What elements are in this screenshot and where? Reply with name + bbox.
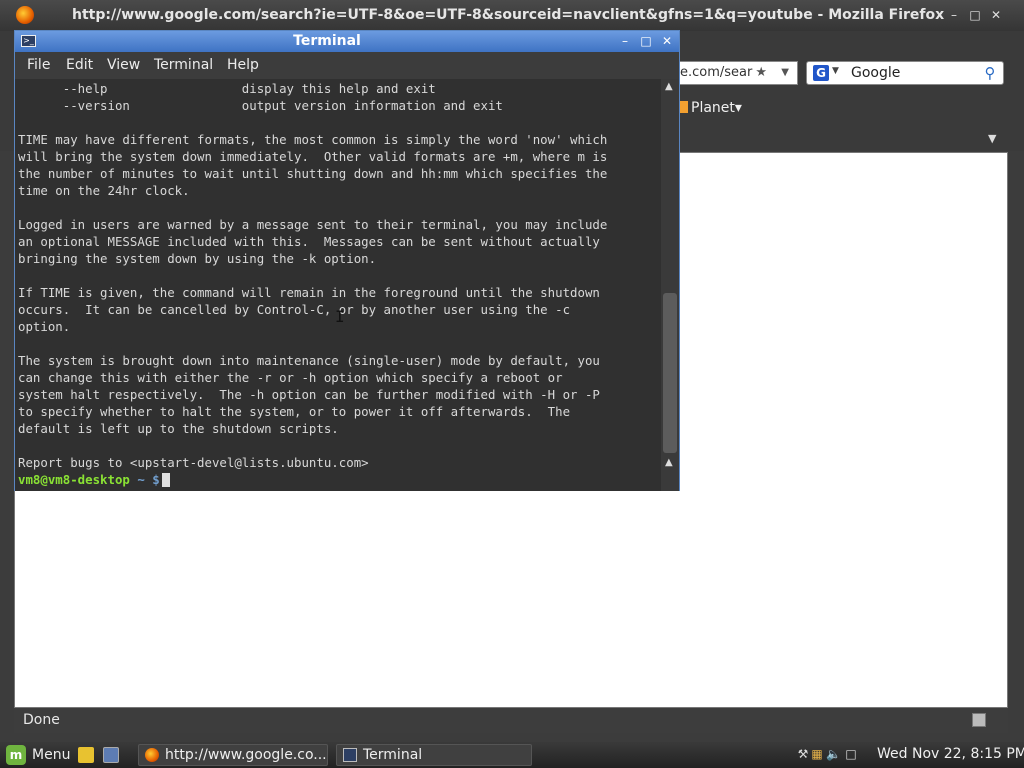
terminal-line: Logged in users are warned by a message …: [18, 217, 608, 232]
url-dropdown-icon[interactable]: ▼: [781, 62, 789, 84]
menu-view[interactable]: View: [107, 57, 140, 73]
terminal-line: option.: [18, 319, 71, 334]
task-terminal[interactable]: Terminal: [336, 744, 532, 766]
terminal-line: the number of minutes to wait until shut…: [18, 166, 608, 181]
scrollbar-thumb[interactable]: [663, 293, 677, 453]
terminal-window: >_ Terminal – □ ✕ File Edit View Termina…: [14, 30, 680, 491]
menu-edit[interactable]: Edit: [66, 57, 93, 73]
mint-logo-icon: m: [6, 745, 26, 765]
status-bar: Done: [14, 708, 1008, 733]
terminal-line: The system is brought down into maintena…: [18, 353, 600, 368]
terminal-line: bringing the system down by using the -k…: [18, 251, 377, 266]
terminal-line: default is left up to the shutdown scrip…: [18, 421, 339, 436]
volume-icon[interactable]: 🔈: [826, 746, 841, 762]
maximize-icon[interactable]: □: [639, 34, 653, 48]
terminal-scrollbar[interactable]: ▲ ▲: [661, 79, 679, 491]
taskbar: m Menu http://www.google.co... Terminal ⚒…: [0, 742, 1024, 768]
prompt-user: vm8@vm8-desktop: [18, 472, 130, 487]
terminal-line: occurs. It can be cancelled by Control-C…: [18, 302, 571, 317]
url-text: e.com/sear: [680, 65, 753, 80]
status-icon[interactable]: [972, 713, 986, 727]
text-editor-launcher-icon[interactable]: [78, 747, 94, 763]
terminal-line: an optional MESSAGE included with this. …: [18, 234, 600, 249]
menu-help[interactable]: Help: [227, 57, 259, 73]
terminal-line: If TIME is given, the command will remai…: [18, 285, 600, 300]
scroll-up-icon[interactable]: ▲: [665, 81, 673, 92]
clock[interactable]: Wed Nov 22, 8:15 PM: [877, 746, 1024, 762]
terminal-line: Report bugs to <upstart-devel@lists.ubun…: [18, 455, 369, 470]
terminal-title: Terminal: [293, 33, 361, 49]
search-bar[interactable]: G ▼ Google ⚲: [806, 61, 1004, 85]
terminal-line: --help display this help and exit: [18, 81, 436, 96]
text-cursor: [161, 473, 170, 487]
terminal-line: to specify whether to halt the system, o…: [18, 404, 571, 419]
bookmark-planet[interactable]: Planet▾: [678, 100, 742, 116]
firefox-window-title: http://www.google.com/search?ie=UTF-8&oe…: [72, 7, 945, 23]
search-icon[interactable]: ⚲: [981, 64, 999, 82]
minimize-icon[interactable]: –: [618, 34, 632, 48]
terminal-line: TIME may have different formats, the mos…: [18, 132, 608, 147]
google-icon[interactable]: G: [813, 65, 829, 81]
task-label-terminal: Terminal: [363, 747, 423, 763]
prompt-path: ~ $: [129, 472, 160, 487]
task-firefox[interactable]: http://www.google.co...: [138, 744, 328, 766]
menu-file[interactable]: File: [27, 57, 50, 73]
maximize-icon[interactable]: □: [968, 8, 982, 22]
firefox-icon: [145, 748, 159, 762]
close-icon[interactable]: ✕: [989, 8, 1003, 22]
terminal-line: will bring the system down immediately. …: [18, 149, 608, 164]
shell-prompt[interactable]: vm8@vm8-desktop ~ $: [18, 471, 170, 488]
terminal-icon: [343, 748, 357, 762]
minimize-icon[interactable]: –: [947, 8, 961, 22]
terminal-line: can change this with either the -r or -h…: [18, 370, 563, 385]
close-icon[interactable]: ✕: [660, 34, 674, 48]
scroll-down-icon[interactable]: ▲: [665, 457, 673, 468]
search-input[interactable]: Google: [851, 65, 900, 81]
menu-label: Menu: [32, 747, 71, 763]
update-icon[interactable]: ⚒: [796, 746, 810, 762]
display-icon[interactable]: □: [844, 746, 858, 762]
network-icon[interactable]: ▦: [810, 746, 824, 762]
terminal-output[interactable]: --help display this help and exit --vers…: [15, 79, 661, 491]
bookmark-star-icon[interactable]: ★: [755, 62, 767, 84]
tab-list-icon[interactable]: ▼: [988, 132, 996, 145]
task-label-firefox: http://www.google.co...: [165, 747, 327, 763]
menu-terminal[interactable]: Terminal: [154, 57, 213, 73]
terminal-line: time on the 24hr clock.: [18, 183, 190, 198]
firefox-titlebar[interactable]: http://www.google.com/search?ie=UTF-8&oe…: [0, 0, 1024, 31]
status-text: Done: [23, 712, 60, 728]
terminal-launcher-icon[interactable]: [103, 747, 119, 763]
start-menu-button[interactable]: m Menu: [6, 745, 70, 765]
terminal-line: system halt respectively. The -h option …: [18, 387, 600, 402]
url-bar[interactable]: e.com/sear ★ ▼: [676, 61, 798, 85]
bookmark-label: Planet: [691, 100, 735, 116]
terminal-menubar: File Edit View Terminal Help: [15, 52, 679, 79]
firefox-icon: [16, 6, 34, 24]
terminal-text: --help display this help and exit --vers…: [18, 80, 607, 471]
search-engine-dropdown-icon[interactable]: ▼: [832, 66, 839, 76]
ibeam-cursor-icon: I: [335, 307, 345, 326]
terminal-line: --version output version information and…: [18, 98, 503, 113]
terminal-titlebar[interactable]: >_ Terminal – □ ✕: [15, 31, 679, 52]
